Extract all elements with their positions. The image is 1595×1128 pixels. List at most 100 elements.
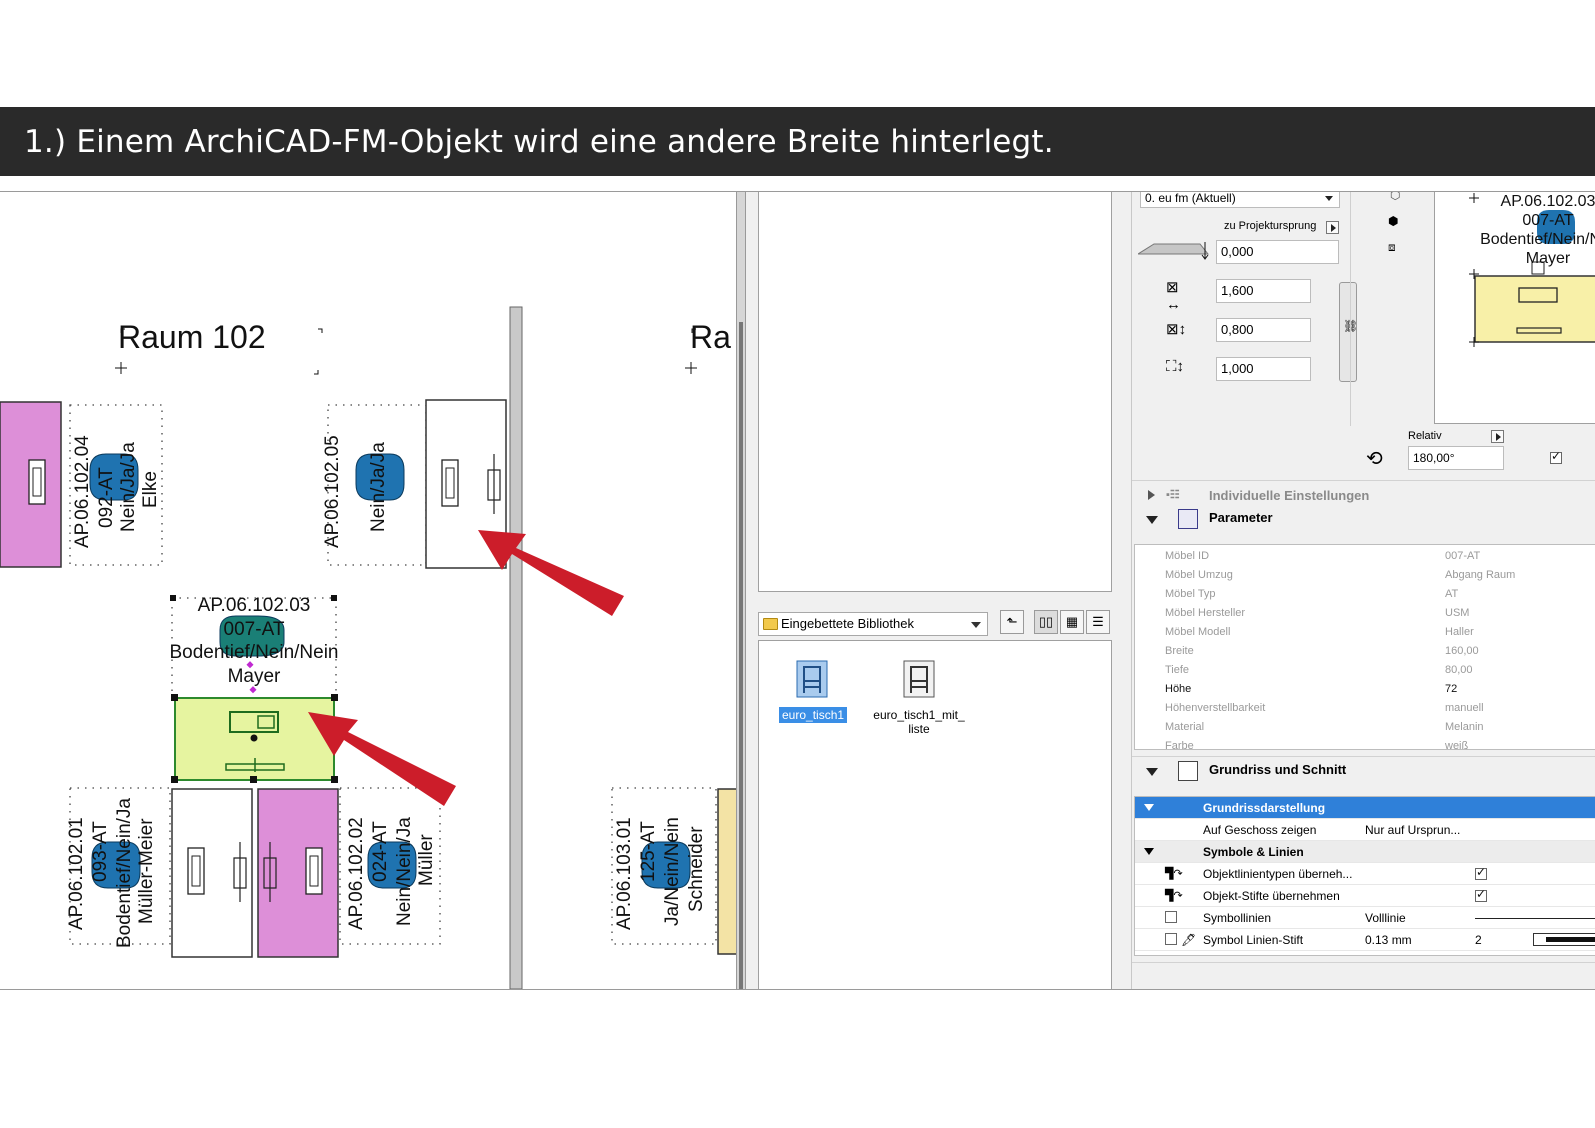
library-item[interactable]: euro_tisch1_mit_liste: [867, 659, 971, 737]
ws01-label-code: 093-AT: [90, 821, 111, 882]
preview-label-flags: Bodentief/Nein/Ne: [1480, 231, 1595, 248]
param-row[interactable]: Farbe weiß: [1135, 737, 1595, 749]
param-row[interactable]: Höhe 72: [1135, 680, 1595, 699]
stifte-checkbox[interactable]: [1475, 887, 1487, 902]
row-label: Symbol Linien-Stift: [1203, 933, 1304, 947]
preview-label-code: 007-AT: [1522, 212, 1574, 229]
view-large-icons-button[interactable]: ▯▯: [1034, 610, 1058, 634]
ws05-label-flags: Nein/Ja/Ja: [368, 442, 389, 532]
height-icon: ⛶↕: [1166, 358, 1185, 375]
row-linien-stift[interactable]: 🖋 Symbol Linien-Stift 0.13 mm 2: [1135, 929, 1595, 951]
ws04-label-flags: Nein/Ja/Ja: [118, 442, 139, 532]
story-select-value: 0. eu fm (Aktuell): [1145, 192, 1236, 205]
group-symbole-label: Symbole & Linien: [1203, 845, 1304, 859]
elevation-input[interactable]: 0,000: [1216, 240, 1339, 264]
ws01-label-name: Müller-Meier: [136, 818, 157, 924]
row-label: Objektlinientypen überneh...: [1203, 867, 1353, 881]
chevron-down-icon: [971, 622, 981, 628]
linientypen-checkbox[interactable]: [1475, 865, 1487, 880]
relativ-label: Relativ: [1408, 430, 1442, 442]
red-arrows: [308, 530, 624, 806]
preview-label-id: AP.06.102.03: [1500, 193, 1595, 210]
view-list-button[interactable]: ☰: [1086, 610, 1110, 634]
pen-icon: ▜↷: [1165, 890, 1183, 902]
width-input[interactable]: 1,600: [1216, 279, 1311, 303]
group-grundriss-label: Grundrissdarstellung: [1203, 801, 1326, 815]
project-origin-label: zu Projektursprung: [1224, 220, 1317, 232]
story-select[interactable]: 0. eu fm (Aktuell): [1140, 192, 1340, 208]
chevron-down-icon: [1325, 196, 1333, 201]
chain-lock-toggle[interactable]: ⛓: [1339, 282, 1358, 382]
floor-plan-view[interactable]: Raum 102 Ra AP.06.102.04 092-AT Nein/Ja/…: [0, 192, 736, 989]
library-folder-label: Eingebettete Bibliothek: [781, 616, 914, 631]
library-folder-select[interactable]: Eingebettete Bibliothek: [758, 612, 988, 636]
project-origin-toggle[interactable]: [1326, 221, 1339, 234]
row-symbollinien[interactable]: Symbollinien Volllinie: [1135, 907, 1595, 929]
library-item-label: euro_tisch1: [779, 707, 848, 723]
symbollinien-checkbox[interactable]: [1165, 911, 1177, 923]
library-panel: Eingebettete Bibliothek ⬑ ▯▯ ▦ ☰ euro_ti…: [746, 192, 1131, 989]
pen-swatch[interactable]: [1533, 933, 1595, 946]
section-individual-label: Individuelle Einstellungen: [1209, 488, 1370, 503]
collapse-icon: [1146, 516, 1158, 524]
ws03-label-flags: Bodentief/Nein/Nein: [169, 642, 339, 663]
param-row[interactable]: Material Melanin: [1135, 718, 1595, 737]
floorplan-section-icon: [1178, 761, 1198, 781]
frame-icon[interactable]: ⧈: [1388, 240, 1396, 255]
wall: [509, 306, 523, 989]
ws02-label-id: AP.06.102.02: [346, 817, 367, 930]
relativ-toggle[interactable]: [1491, 430, 1504, 443]
arrow-top: [478, 530, 624, 616]
chair-icon: [795, 659, 829, 699]
param-row[interactable]: Möbel Umzug Abgang Raum: [1135, 566, 1595, 585]
param-row[interactable]: Tiefe 80,00: [1135, 661, 1595, 680]
frame-bottom-line: [0, 989, 1595, 990]
view-small-icons-button[interactable]: ▦: [1060, 610, 1084, 634]
ws103-label-name: Schneider: [686, 826, 707, 912]
ws05-label-id: AP.06.102.05: [322, 435, 343, 548]
param-row[interactable]: Möbel Typ AT: [1135, 585, 1595, 604]
ws04-label-code: 092-AT: [96, 467, 117, 528]
param-row[interactable]: Möbel ID 007-AT: [1135, 547, 1595, 566]
row-value: Nur auf Ursprun...: [1365, 823, 1461, 837]
cube-solid-icon[interactable]: ⬢: [1388, 214, 1398, 228]
ws01-label-id: AP.06.102.01: [66, 817, 87, 930]
param-row[interactable]: Höhenverstellbarkeit manuell: [1135, 699, 1595, 718]
row-auf-geschoss[interactable]: Auf Geschoss zeigen Nur auf Ursprun...: [1135, 819, 1595, 841]
object-settings-panel: 0. eu fm (Aktuell) zu Projektursprung 0,…: [1131, 192, 1595, 989]
ws02-label-flags: Nein/Nein/Ja: [394, 817, 415, 926]
section-parameter-label: Parameter: [1209, 510, 1273, 525]
linien-stift-checkbox[interactable]: [1165, 933, 1177, 945]
view-splitter[interactable]: [736, 192, 746, 989]
ws103-label-code: 125-AT: [638, 821, 659, 882]
row-stifte[interactable]: ▜↷ Objekt-Stifte übernehmen: [1135, 885, 1595, 907]
section-individual-settings[interactable]: ▪☷ Individuelle Einstellungen: [1132, 484, 1595, 508]
group-grundrissdarstellung[interactable]: Grundrissdarstellung: [1135, 797, 1595, 819]
collapse-icon: [1144, 804, 1154, 811]
row-linientypen[interactable]: ▜↷ Objektlinientypen überneh...: [1135, 863, 1595, 885]
cube-icon[interactable]: ⬡: [1390, 192, 1400, 202]
mirror-checkbox[interactable]: [1550, 449, 1562, 464]
ws04-label-id: AP.06.102.04: [72, 435, 93, 548]
linetype-icon: ▜↷: [1165, 868, 1183, 880]
section-parameter[interactable]: Parameter: [1132, 508, 1595, 532]
ws03-label-code: 007-AT: [223, 619, 285, 640]
room-label-103: Ra: [690, 319, 731, 355]
library-item[interactable]: euro_tisch1: [779, 659, 848, 723]
rotation-input[interactable]: 180,00°: [1408, 446, 1504, 470]
param-row[interactable]: Möbel Modell Haller: [1135, 623, 1595, 642]
section-floorplan[interactable]: Grundriss und Schnitt: [1132, 760, 1595, 784]
group-symbole-linien[interactable]: Symbole & Linien: [1135, 841, 1595, 863]
row-value: Volllinie: [1365, 911, 1406, 925]
section-floorplan-label: Grundriss und Schnitt: [1209, 762, 1347, 777]
library-preview: [758, 192, 1112, 592]
param-row[interactable]: Breite 160,00: [1135, 642, 1595, 661]
height-input[interactable]: 1,000: [1216, 357, 1311, 381]
parameter-list: Möbel ID 007-AT Möbel Umzug Abgang Raum Mö…: [1134, 544, 1595, 750]
ws103-label-id: AP.06.103.01: [614, 817, 635, 930]
collapse-icon: [1144, 848, 1154, 855]
depth-input[interactable]: 0,800: [1216, 318, 1311, 342]
ws103-label-flags: Ja/Nein/Nein: [662, 817, 683, 926]
param-row[interactable]: Möbel Hersteller USM: [1135, 604, 1595, 623]
folder-up-button[interactable]: ⬑: [1000, 610, 1024, 634]
